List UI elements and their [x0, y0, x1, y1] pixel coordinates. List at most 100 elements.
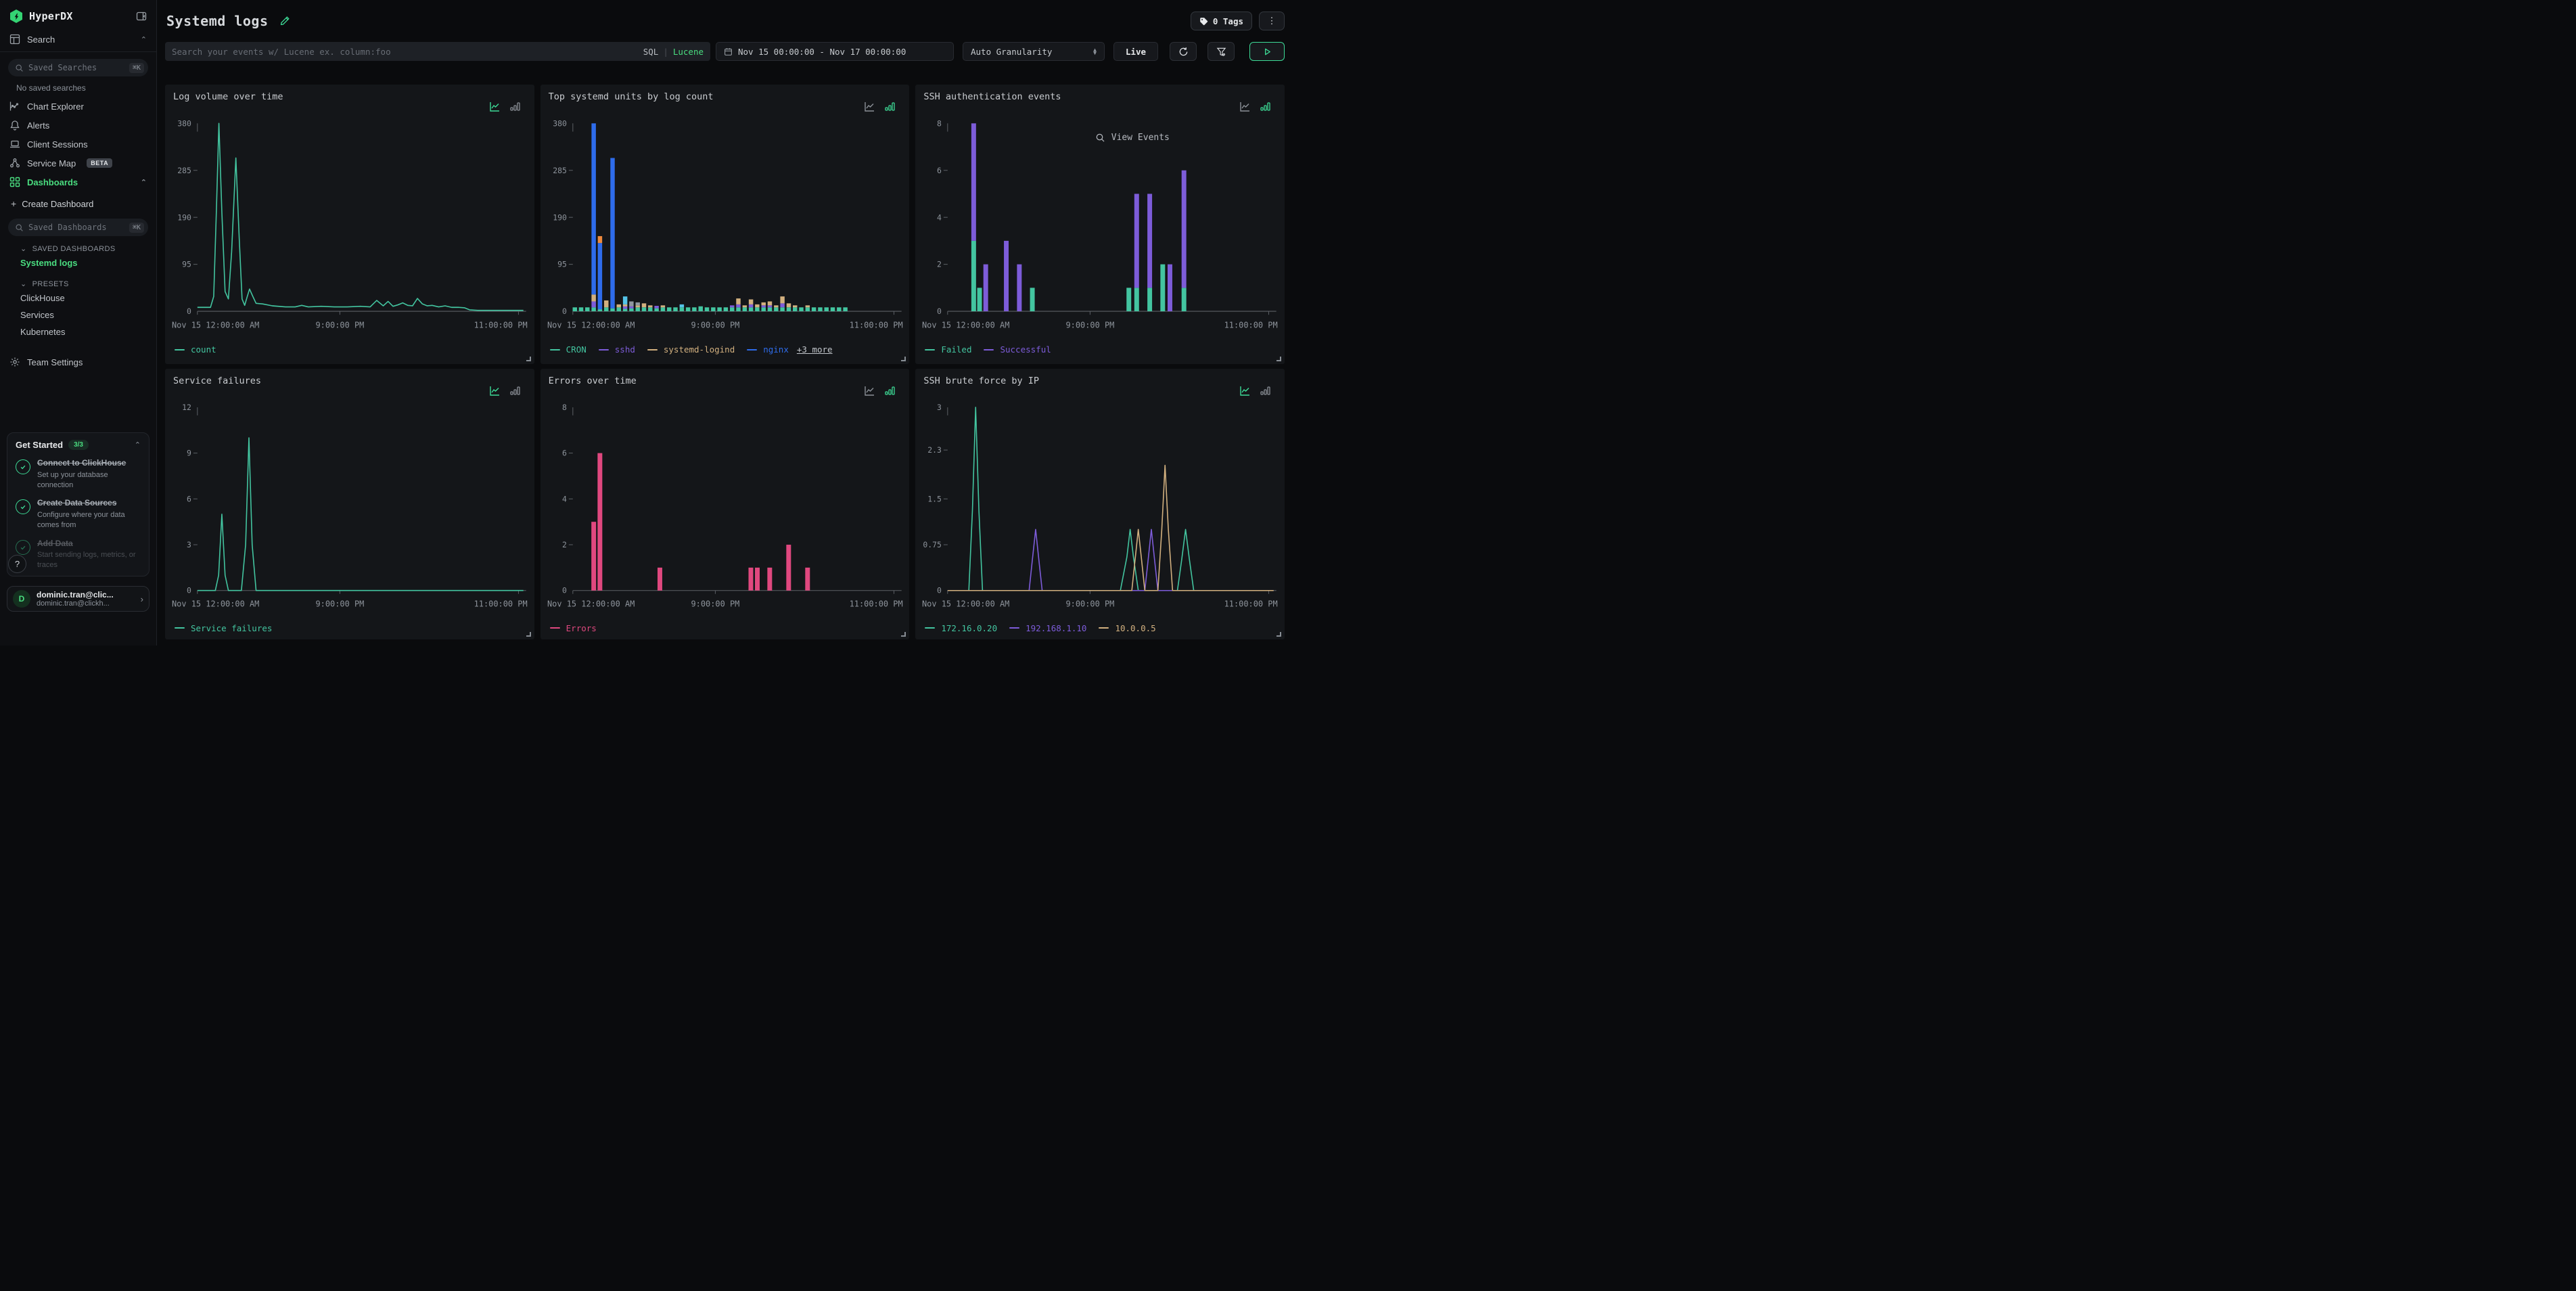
line-chart-toggle-icon[interactable]: [1239, 385, 1251, 397]
saved-searches-field[interactable]: [28, 63, 124, 72]
edit-title-button[interactable]: [279, 16, 290, 26]
filter-button[interactable]: [1208, 42, 1235, 61]
sidebar-item-kubernetes[interactable]: Kubernetes: [0, 323, 156, 340]
svg-text:9:00:00 PM: 9:00:00 PM: [315, 599, 364, 609]
tree-header-label: SAVED DASHBOARDS: [32, 245, 116, 253]
svg-text:2: 2: [937, 260, 942, 269]
sidebar: HyperDX Search ⌃ ⌘K No saved searches Ch…: [0, 0, 157, 646]
line-chart-toggle-icon[interactable]: [864, 101, 875, 112]
legend-more-link[interactable]: +3 more: [797, 344, 833, 355]
svg-text:11:00:00 PM: 11:00:00 PM: [1224, 599, 1278, 609]
charts-grid: Log volume over time 095190285380Nov 15 …: [165, 85, 1285, 639]
hyperdx-logo-icon: [9, 9, 23, 23]
bar-chart-toggle-icon[interactable]: [1260, 385, 1271, 397]
line-chart-toggle-icon[interactable]: [864, 385, 875, 397]
line-chart-toggle-icon[interactable]: [1239, 101, 1251, 112]
bar-chart-toggle-icon[interactable]: [1260, 101, 1271, 112]
chart-svg: 095190285380Nov 15 12:00:00 AM9:00:00 PM…: [170, 114, 529, 342]
run-query-button[interactable]: [1249, 42, 1285, 61]
chevron-up-icon[interactable]: ⌃: [141, 35, 147, 44]
chart-area[interactable]: 02468Nov 15 12:00:00 AM9:00:00 PM11:00:0…: [546, 398, 904, 620]
sidebar-item-services[interactable]: Services: [0, 307, 156, 323]
sidebar-item-systemd-logs[interactable]: Systemd logs: [0, 254, 156, 271]
user-menu[interactable]: D dominic.tran@clic... dominic.tran@clic…: [7, 586, 150, 612]
bar-chart-toggle-icon[interactable]: [509, 101, 521, 112]
legend-item[interactable]: count: [175, 344, 216, 355]
legend-item[interactable]: Successful: [984, 344, 1051, 355]
sidebar-item-alerts[interactable]: Alerts: [0, 116, 156, 135]
presets-header[interactable]: ⌄ PRESETS: [0, 271, 156, 290]
legend-item[interactable]: CRON: [550, 344, 586, 355]
get-started-header[interactable]: Get Started 3/3 ⌃: [16, 440, 141, 450]
create-dashboard-button[interactable]: + Create Dashboard: [0, 191, 156, 212]
chart-area[interactable]: 036912Nov 15 12:00:00 AM9:00:00 PM11:00:…: [170, 398, 529, 620]
sidebar-item-service-map[interactable]: Service Map BETA: [0, 154, 156, 173]
get-started-item-connect[interactable]: Connect to ClickHouse Set up your databa…: [16, 458, 141, 490]
panel-resize-handle[interactable]: [901, 357, 906, 361]
chart-area[interactable]: 02468Nov 15 12:00:00 AM9:00:00 PM11:00:0…: [921, 114, 1279, 342]
saved-dashboards-header[interactable]: ⌄ SAVED DASHBOARDS: [0, 236, 156, 254]
legend-label: Failed: [941, 344, 971, 355]
legend-item[interactable]: nginx: [747, 344, 789, 355]
chevron-up-icon[interactable]: ⌃: [141, 178, 147, 187]
svg-text:9: 9: [187, 449, 191, 458]
help-button[interactable]: ?: [8, 555, 26, 573]
get-started-item-add-data[interactable]: Add Data Start sending logs, metrics, or…: [16, 539, 141, 570]
date-range-picker[interactable]: Nov 15 00:00:00 - Nov 17 00:00:00: [716, 42, 954, 61]
refresh-button[interactable]: [1170, 42, 1197, 61]
beta-badge: BETA: [87, 158, 112, 168]
panel-resize-handle[interactable]: [901, 632, 906, 637]
panel-resize-handle[interactable]: [1276, 357, 1281, 361]
bar-chart-toggle-icon[interactable]: [884, 101, 896, 112]
granularity-select[interactable]: Auto Granularity ▲▼: [963, 42, 1105, 61]
sidebar-item-clickhouse[interactable]: ClickHouse: [0, 290, 156, 307]
chart-area[interactable]: 095190285380Nov 15 12:00:00 AM9:00:00 PM…: [546, 114, 904, 342]
svg-text:2.3: 2.3: [928, 445, 942, 455]
live-label: Live: [1126, 47, 1146, 57]
search-icon: [15, 64, 24, 72]
legend-item[interactable]: systemd-logind: [647, 344, 735, 355]
toggle-divider: |: [663, 47, 668, 57]
collapse-sidebar-icon[interactable]: [136, 11, 147, 22]
sidebar-item-label: Chart Explorer: [27, 101, 84, 112]
legend-item[interactable]: 10.0.0.5: [1099, 623, 1155, 633]
svg-text:380: 380: [177, 118, 191, 128]
sidebar-item-team-settings[interactable]: Team Settings: [0, 353, 156, 371]
legend-item[interactable]: Failed: [925, 344, 971, 355]
svg-text:8: 8: [562, 403, 567, 412]
saved-dashboards-input[interactable]: ⌘K: [8, 219, 148, 236]
panel-resize-handle[interactable]: [526, 632, 531, 637]
saved-dashboards-field[interactable]: [28, 223, 124, 232]
panel-resize-handle[interactable]: [526, 357, 531, 361]
panel-resize-handle[interactable]: [1276, 632, 1281, 637]
sql-toggle[interactable]: SQL: [643, 47, 659, 57]
sidebar-item-client-sessions[interactable]: Client Sessions: [0, 135, 156, 154]
bar-chart-toggle-icon[interactable]: [509, 385, 521, 397]
event-search-box[interactable]: SQL | Lucene: [165, 42, 710, 61]
legend-item[interactable]: 192.168.1.10: [1009, 623, 1086, 633]
saved-searches-input[interactable]: ⌘K: [8, 59, 148, 76]
view-events-button[interactable]: View Events: [1095, 133, 1170, 143]
event-search-input[interactable]: [172, 47, 643, 57]
sidebar-item-dashboards[interactable]: Dashboards ⌃: [0, 173, 156, 191]
legend-label: Successful: [1000, 344, 1051, 355]
get-started-item-sources[interactable]: Create Data Sources Configure where your…: [16, 498, 141, 530]
chart-area[interactable]: 00.751.52.33Nov 15 12:00:00 AM9:00:00 PM…: [921, 398, 1279, 620]
line-chart-toggle-icon[interactable]: [489, 385, 501, 397]
svg-text:8: 8: [937, 118, 942, 128]
tags-button[interactable]: 0 Tags: [1191, 12, 1252, 30]
line-chart-toggle-icon[interactable]: [489, 101, 501, 112]
bar-chart-toggle-icon[interactable]: [884, 385, 896, 397]
lucene-toggle[interactable]: Lucene: [673, 47, 704, 57]
legend-item[interactable]: 172.16.0.20: [925, 623, 997, 633]
svg-text:Nov 15 12:00:00 AM: Nov 15 12:00:00 AM: [922, 320, 1009, 330]
chevron-up-icon[interactable]: ⌃: [135, 440, 141, 449]
legend-item[interactable]: Errors: [550, 623, 597, 633]
panel-menu-button[interactable]: ⋮: [1259, 12, 1285, 30]
sidebar-item-search[interactable]: Search ⌃: [0, 30, 156, 49]
sidebar-item-chart-explorer[interactable]: Chart Explorer: [0, 97, 156, 116]
chart-area[interactable]: 095190285380Nov 15 12:00:00 AM9:00:00 PM…: [170, 114, 529, 342]
legend-item[interactable]: Service failures: [175, 623, 272, 633]
live-button[interactable]: Live: [1113, 42, 1158, 61]
legend-item[interactable]: sshd: [599, 344, 635, 355]
